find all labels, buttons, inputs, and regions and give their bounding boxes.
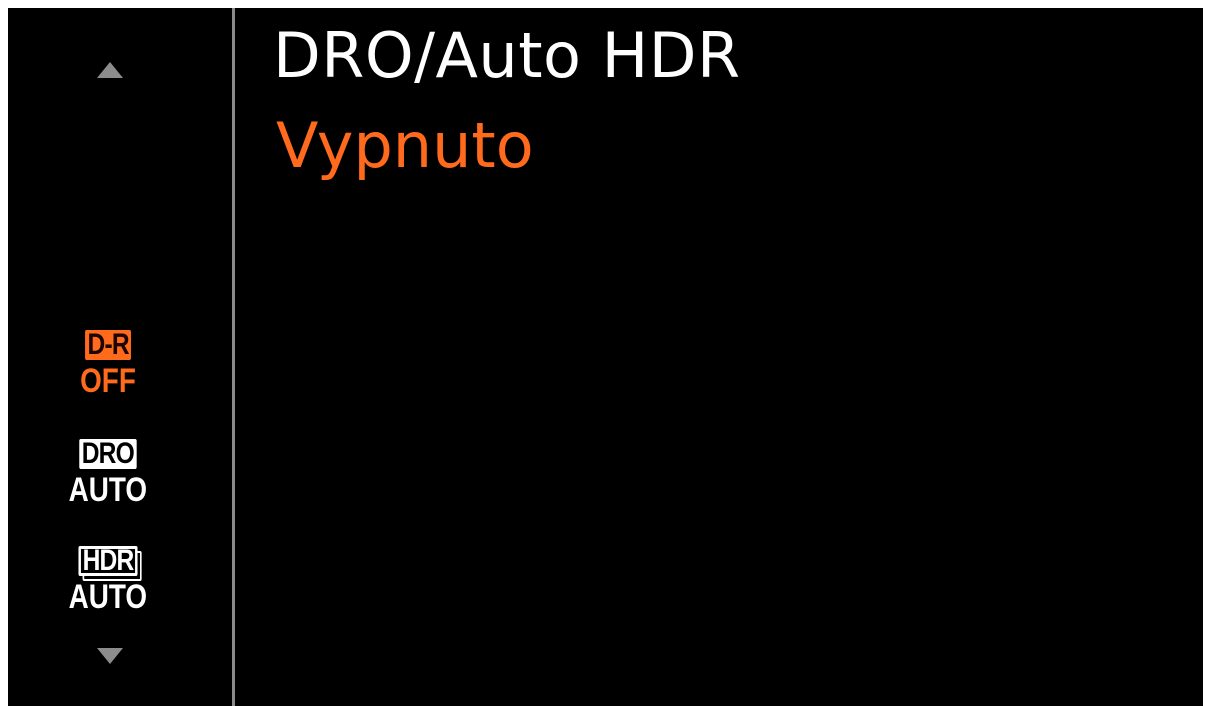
option-label: OFF [80, 362, 136, 400]
option-dr-off[interactable]: D-R OFF [48, 330, 168, 400]
dro-badge-icon: DRO [79, 439, 137, 469]
menu-title: DRO/Auto HDR [273, 19, 741, 92]
option-label: AUTO [68, 471, 148, 509]
scroll-down-icon[interactable] [97, 648, 123, 664]
divider-line [232, 8, 235, 706]
option-hdr-auto[interactable]: HDR AUTO [48, 546, 168, 616]
dr-badge-icon: D-R [84, 330, 132, 360]
option-label: AUTO [68, 578, 148, 616]
camera-menu-screen: D-R OFF DRO AUTO HDR AUTO DRO/Auto HDR V… [8, 8, 1203, 706]
scroll-up-icon[interactable] [97, 62, 123, 78]
option-sidebar: D-R OFF DRO AUTO HDR AUTO [8, 8, 232, 706]
option-dro-auto[interactable]: DRO AUTO [48, 439, 168, 509]
selected-value: Vypnuto [276, 109, 534, 182]
hdr-badge-icon: HDR [78, 546, 138, 576]
